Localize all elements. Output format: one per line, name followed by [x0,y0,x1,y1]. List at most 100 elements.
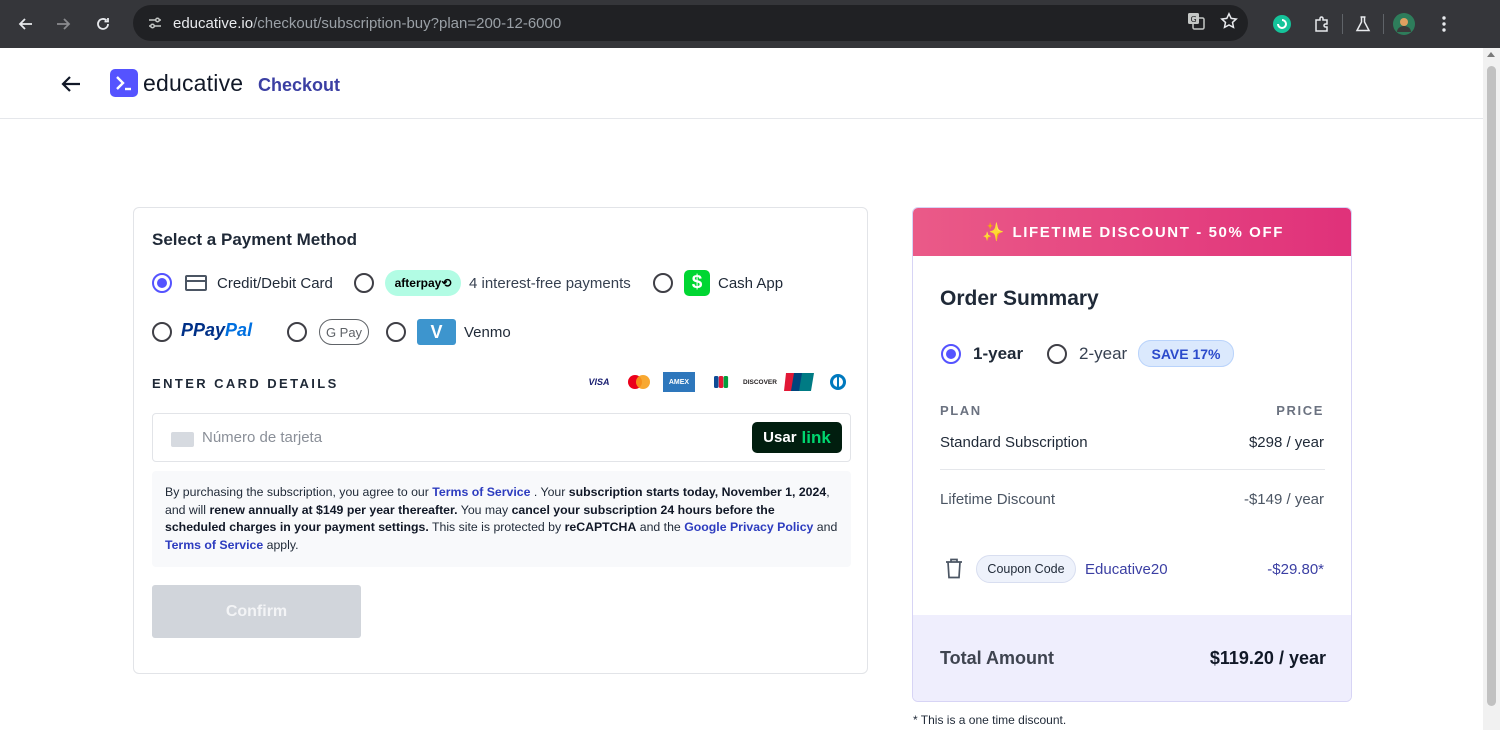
forward-icon[interactable] [45,5,83,43]
jcb-brand-icon [701,372,741,392]
url-path: /checkout/subscription-buy?plan=200-12-6… [253,14,562,32]
back-arrow-icon[interactable] [58,72,84,96]
coupon-code-pill: Coupon Code [976,555,1076,583]
amex-text: AMEX [663,372,695,392]
google-pay-logo: G Pay [319,319,369,345]
sparkle-icon: ✨ [982,221,1005,242]
payment-method-title: Select a Payment Method [152,230,358,249]
url-text: educative.io/checkout/subscription-buy?p… [173,15,561,32]
terms-text: . Your [530,485,569,499]
payment-method-card: Select a Payment Method Credit/Debit Car… [133,207,868,674]
reload-icon[interactable] [84,5,122,43]
card-number-field[interactable]: Número de tarjeta Usar link [152,413,851,462]
radio-plan-2-year[interactable] [1047,344,1067,364]
radio-afterpay[interactable] [354,273,374,293]
total-amount-bar: Total Amount $119.20 / year [913,615,1351,701]
lifetime-discount-banner: ✨ LIFETIME DISCOUNT - 50% OFF [913,208,1351,256]
price-column-header: PRICE [1276,403,1324,418]
afterpay-logo: afterpay⟲ [385,270,461,296]
site-settings-icon[interactable] [137,14,173,32]
paypal-logo-part-b: Pal [225,320,253,340]
standard-subscription-label: Standard Subscription [940,434,1088,451]
bookmark-star-icon[interactable] [1220,11,1238,35]
use-link-button[interactable]: Usar link [752,422,842,453]
address-bar[interactable]: educative.io/checkout/subscription-buy?p… [133,5,1248,41]
credit-card-label[interactable]: Credit/Debit Card [217,275,333,292]
page-scrollbar[interactable] [1483,48,1500,730]
enter-card-heading: ENTER CARD DETAILS [152,376,339,391]
terms-text: and the [636,520,685,534]
profile-avatar[interactable] [1384,0,1424,48]
grammar-extension-icon[interactable] [1262,0,1302,48]
credit-card-icon [185,275,207,291]
standard-subscription-price: $298 / year [1248,434,1324,451]
terms-text: You may [457,502,512,517]
lifetime-discount-label: Lifetime Discount [940,491,1056,508]
terms-of-service-link[interactable]: Terms of Service [432,485,530,499]
total-amount-value: $119.20 / year [1209,648,1326,668]
card-number-placeholder[interactable]: Número de tarjeta [202,429,322,446]
terms-bold-text: subscription starts today, November 1, 2… [568,485,827,499]
diners-brand-icon [819,372,857,392]
total-amount-label: Total Amount [940,648,1054,668]
coupon-code-value: Educative20 [1085,561,1168,578]
privacy-policy-link[interactable]: Google Privacy Policy [684,520,813,534]
banner-text: LIFETIME DISCOUNT - 50% OFF [1012,223,1284,241]
terms-text: and [813,520,838,534]
one-time-discount-note: * This is a one time discount. [913,713,1067,727]
trash-icon[interactable] [945,558,963,579]
svg-text:G: G [1191,15,1197,24]
site-header: educative Checkout [0,48,1483,119]
link-brand-text: link [801,427,831,447]
radio-plan-1-year[interactable] [941,344,961,364]
kebab-menu-icon[interactable] [1424,0,1464,48]
save-badge: SAVE 17% [1138,340,1234,367]
confirm-button[interactable]: Confirm [152,585,361,638]
radio-venmo[interactable] [386,322,406,342]
browser-toolbar: educative.io/checkout/subscription-buy?p… [0,0,1500,48]
plan-2-year-label[interactable]: 2-year [1079,344,1127,364]
terms-of-service-link[interactable]: Terms of Service [165,538,263,552]
order-summary-title: Order Summary [940,287,1099,310]
plan-1-year-label[interactable]: 1-year [973,344,1023,364]
radio-credit-card[interactable] [152,273,172,293]
cashapp-label[interactable]: Cash App [718,275,783,292]
order-summary-card: ✨ LIFETIME DISCOUNT - 50% OFF Order Summ… [912,207,1352,702]
terms-text: apply. [263,537,299,552]
cashapp-icon: $ [684,270,710,296]
radio-google-pay[interactable] [287,322,307,342]
checkout-label: Checkout [258,75,341,95]
discover-brand-icon: DISCOVER [743,378,777,386]
educative-logo-icon[interactable] [110,69,138,97]
back-icon[interactable] [6,5,44,43]
translate-icon[interactable]: G [1186,11,1206,36]
card-placeholder-icon [171,432,194,447]
card-brands: VISA AMEX DISCOVER [577,371,857,393]
logo-text[interactable]: educative [143,70,243,97]
visa-brand-icon: VISA [588,377,610,387]
summary-divider [940,469,1325,470]
terms-bold-text: renew annually at $149 per year thereaft… [209,502,458,517]
terms-bold-text: reCAPTCHA [564,520,637,534]
radio-cashapp[interactable] [653,273,673,293]
coupon-discount-value: -$29.80* [1267,561,1324,578]
extensions-puzzle-icon[interactable] [1302,0,1342,48]
scroll-up-arrow-icon[interactable] [1487,52,1495,57]
scrollbar-thumb[interactable] [1487,66,1496,706]
url-host: educative.io [173,14,254,32]
paypal-logo: PPayPal [181,320,253,340]
terms-text: This site is protected by [428,520,565,534]
plan-column-header: PLAN [940,403,982,418]
labs-flask-icon[interactable] [1343,0,1383,48]
venmo-label[interactable]: Venmo [464,324,511,341]
amex-brand-icon: AMEX [657,372,701,392]
venmo-icon: V [417,319,456,345]
mastercard-brand-icon [621,372,657,392]
afterpay-label[interactable]: 4 interest-free payments [469,275,631,292]
lifetime-discount-value: -$149 / year [1243,491,1324,508]
terms-text: By purchasing the subscription, you agre… [165,485,433,499]
radio-paypal[interactable] [152,322,172,342]
terms-notice: By purchasing the subscription, you agre… [152,471,851,567]
use-link-text: Usar [763,429,797,446]
paypal-logo-part-a: Pay [193,320,226,340]
